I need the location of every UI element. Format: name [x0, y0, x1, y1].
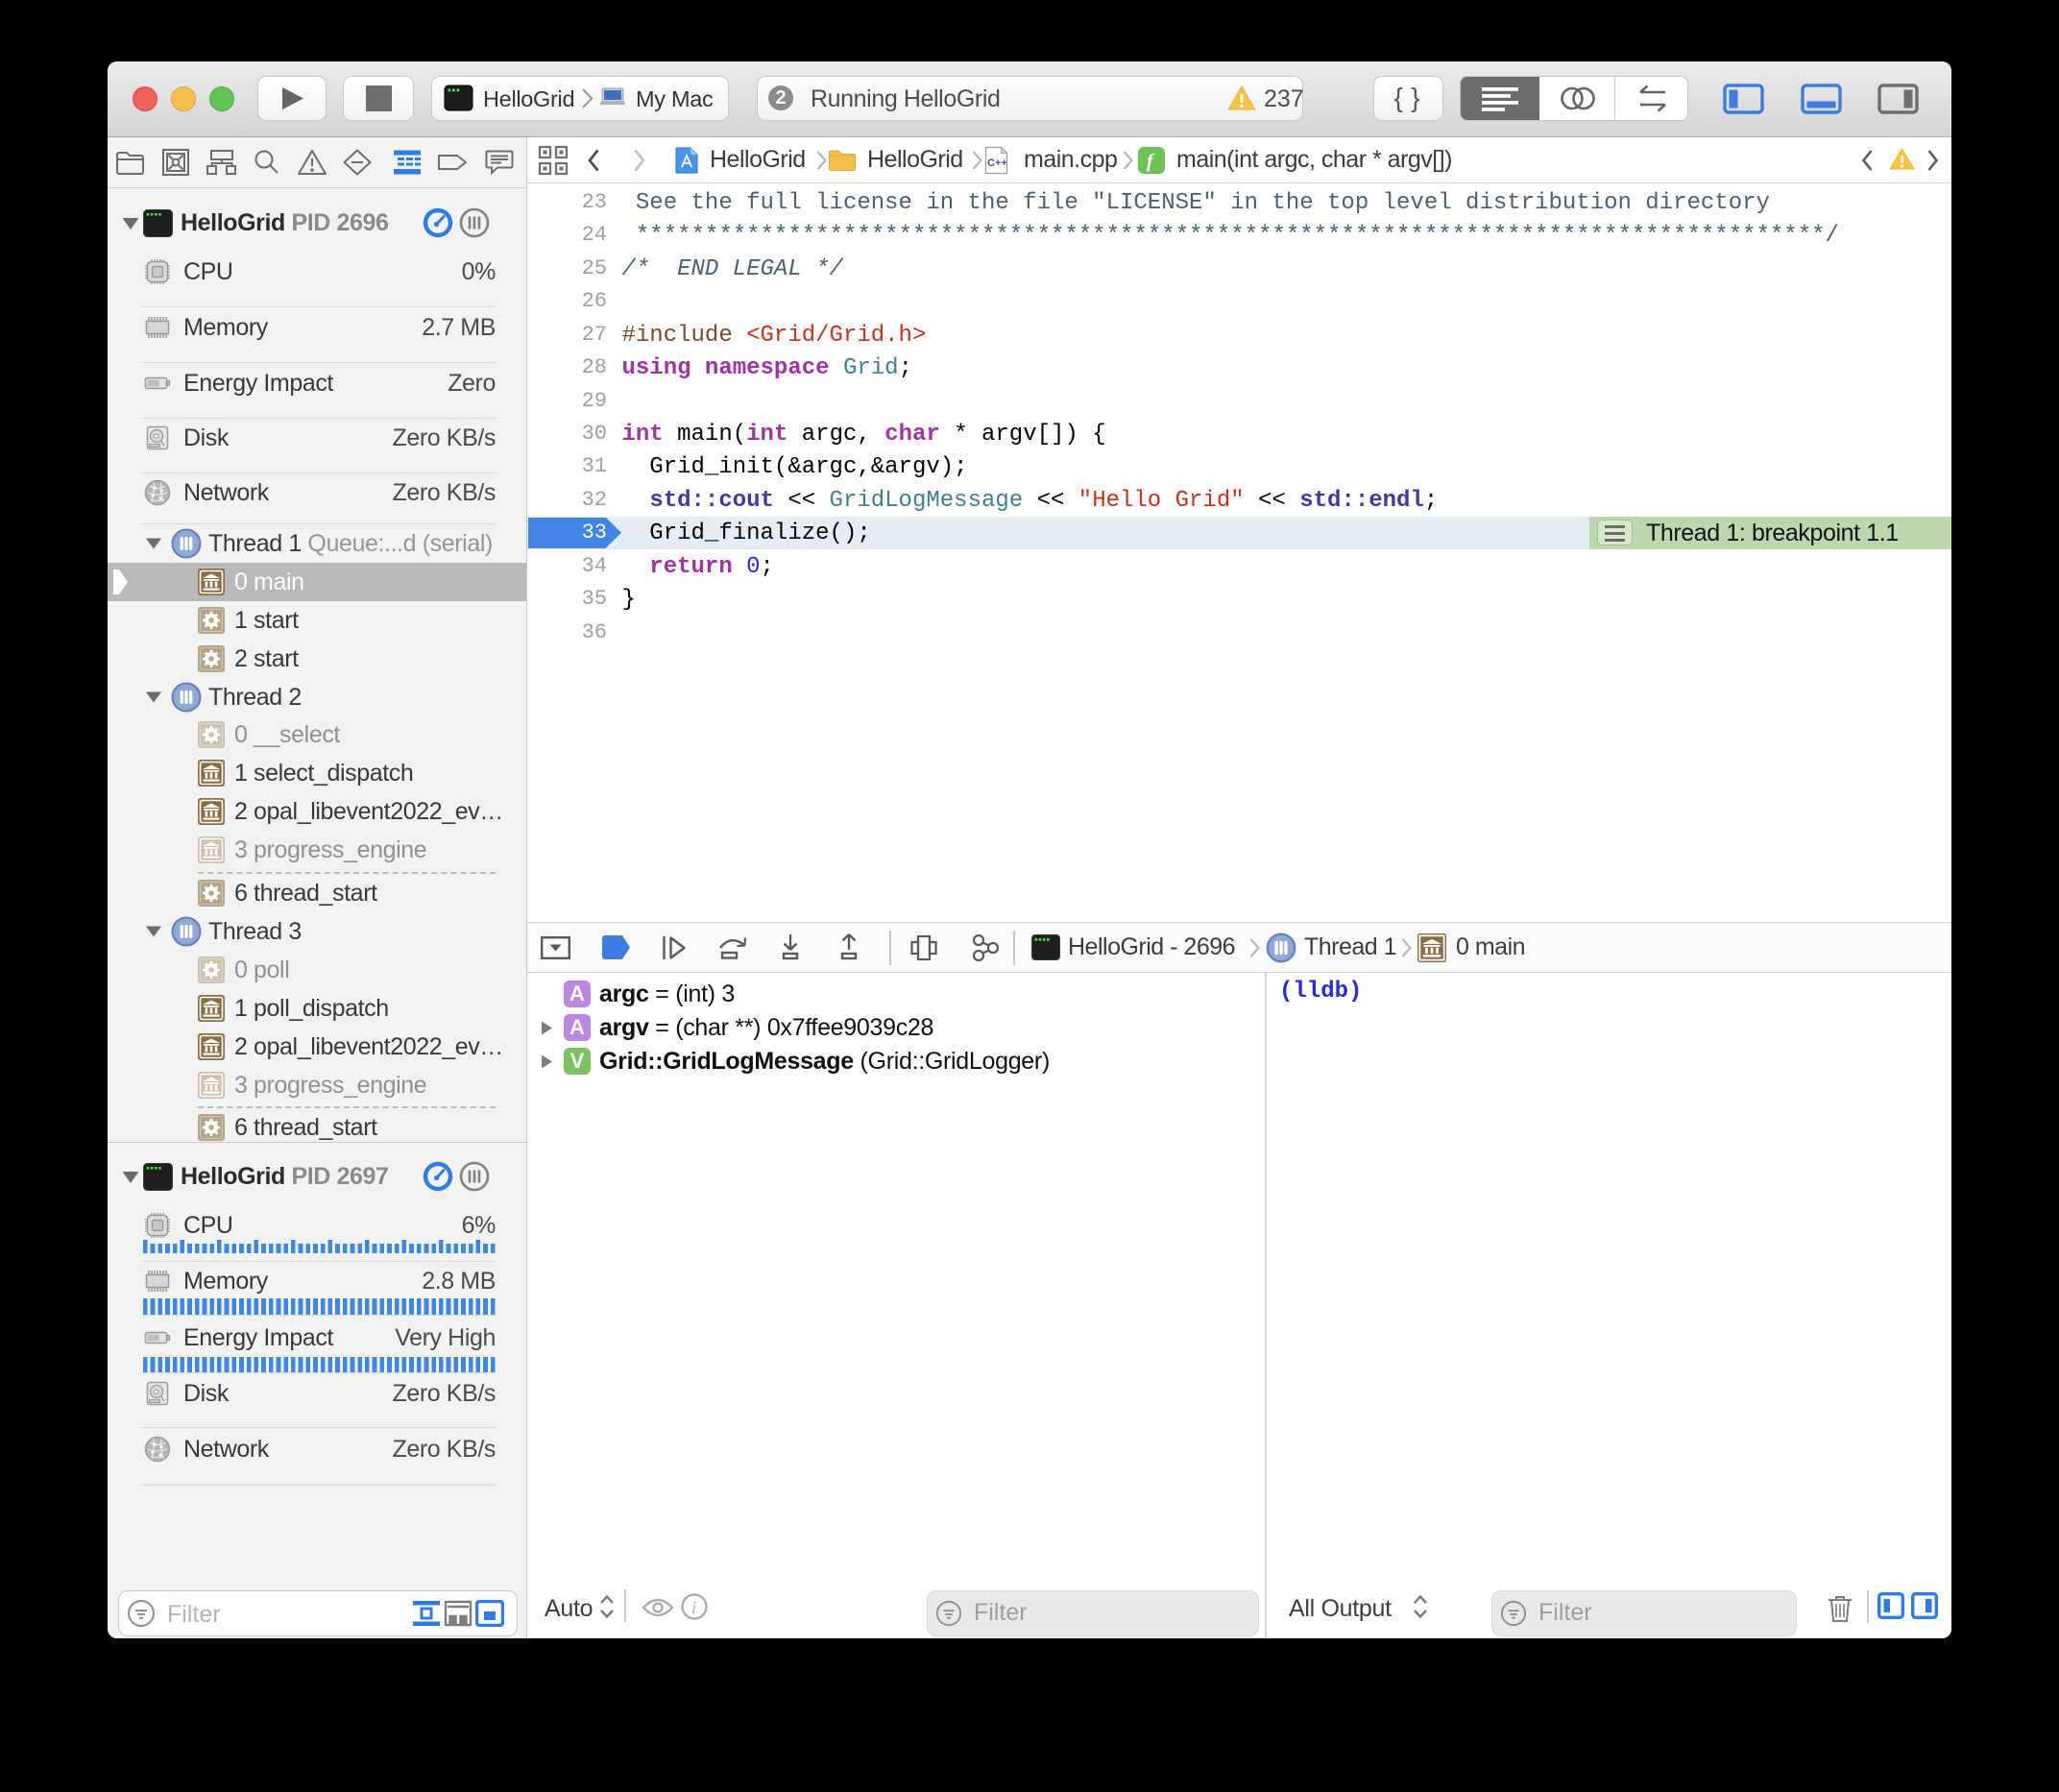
svg-text:C++: C++: [987, 157, 1007, 169]
svg-text:My Mac: My Mac: [636, 86, 714, 111]
svg-text:i: i: [691, 1598, 696, 1617]
svg-text:HelloGrid: HelloGrid: [483, 86, 574, 111]
